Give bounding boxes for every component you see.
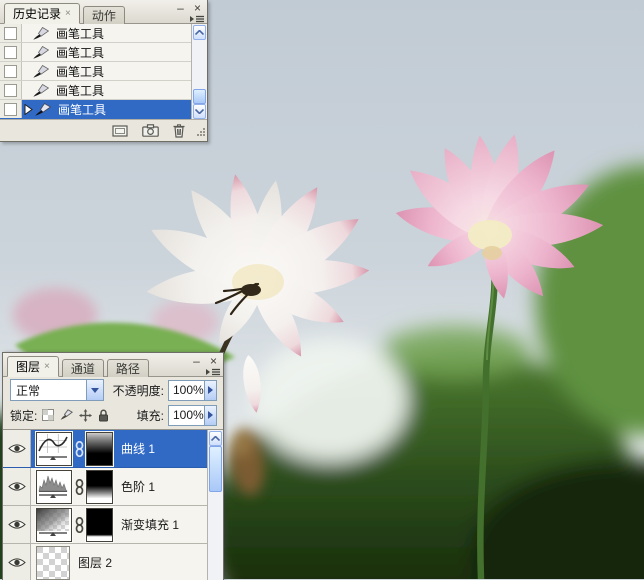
history-source-checkbox[interactable] xyxy=(0,24,22,42)
tab-layers-label: 图层 xyxy=(16,358,40,375)
brush-tool-icon xyxy=(33,65,49,78)
transparent-layer-thumbnail[interactable] xyxy=(36,546,70,580)
levels-adjustment-thumbnail[interactable] xyxy=(36,470,72,504)
history-titlebar: 历史记录 × 动作 – × xyxy=(0,0,207,24)
opacity-value: 100% xyxy=(169,381,204,400)
layer-mask-thumbnail[interactable] xyxy=(86,508,113,542)
brush-tool-icon xyxy=(33,46,49,59)
tab-close-icon[interactable]: × xyxy=(65,8,71,19)
visibility-eye-icon[interactable] xyxy=(3,506,31,543)
history-scrollbar[interactable] xyxy=(191,24,207,120)
tab-channels[interactable]: 通道 xyxy=(62,359,104,377)
brush-tool-icon xyxy=(35,103,51,116)
history-step-selected[interactable]: 画笔工具 xyxy=(0,100,207,119)
new-snapshot-icon[interactable] xyxy=(142,124,159,137)
brush-tool-icon xyxy=(33,84,49,97)
layers-scrollbar[interactable] xyxy=(207,430,223,580)
history-source-checkbox[interactable] xyxy=(0,81,22,99)
tab-actions-label: 动作 xyxy=(92,7,116,24)
curves-adjustment-thumbnail[interactable] xyxy=(36,432,72,466)
history-source-checkbox[interactable] xyxy=(0,43,22,61)
layer-row-layer2[interactable]: 图层 2 xyxy=(3,544,223,580)
scroll-thumb[interactable] xyxy=(209,446,222,492)
visibility-eye-icon[interactable] xyxy=(3,430,31,467)
lock-position-icon[interactable] xyxy=(79,409,92,422)
panel-menu-icon[interactable] xyxy=(205,366,221,380)
history-steps-list: 画笔工具 画笔工具 画笔工具 画笔工具 画笔工具 xyxy=(0,24,207,119)
scroll-down-icon[interactable] xyxy=(193,104,206,119)
scroll-up-icon[interactable] xyxy=(193,25,206,40)
tab-actions[interactable]: 动作 xyxy=(83,6,125,24)
scroll-thumb[interactable] xyxy=(193,89,206,104)
opacity-field[interactable]: 100% xyxy=(168,380,217,401)
link-mask-icon[interactable] xyxy=(72,479,86,495)
tab-paths-label: 路径 xyxy=(116,360,140,377)
chevron-down-icon[interactable] xyxy=(86,380,103,400)
delete-icon[interactable] xyxy=(173,124,185,138)
history-step[interactable]: 画笔工具 xyxy=(0,43,207,62)
layer-name: 图层 2 xyxy=(78,554,112,571)
link-mask-icon[interactable] xyxy=(72,441,86,457)
history-step-label: 画笔工具 xyxy=(56,44,104,61)
history-step[interactable]: 画笔工具 xyxy=(0,81,207,100)
lock-all-icon[interactable] xyxy=(98,409,109,422)
history-step-label: 画笔工具 xyxy=(58,101,106,118)
minimize-icon[interactable]: – xyxy=(190,354,203,367)
fill-label: 填充: xyxy=(137,407,164,424)
layer-name: 曲线 1 xyxy=(121,440,155,457)
scroll-up-icon[interactable] xyxy=(209,431,222,446)
tab-history[interactable]: 历史记录 × xyxy=(4,3,80,24)
layer-row-levels[interactable]: 色阶 1 xyxy=(3,468,223,506)
tab-history-label: 历史记录 xyxy=(13,5,61,22)
brush-tool-icon xyxy=(33,27,49,40)
new-document-from-state-icon[interactable] xyxy=(112,125,128,137)
layer-row-curves[interactable]: 曲线 1 xyxy=(3,430,223,468)
history-step-label: 画笔工具 xyxy=(56,82,104,99)
tab-paths[interactable]: 路径 xyxy=(107,359,149,377)
gradient-fill-thumbnail[interactable] xyxy=(36,508,72,542)
blend-mode-select[interactable]: 正常 xyxy=(10,379,104,401)
link-mask-icon[interactable] xyxy=(72,517,86,533)
lock-pixels-icon[interactable] xyxy=(60,409,73,421)
visibility-eye-icon[interactable] xyxy=(3,468,31,505)
history-step-label: 画笔工具 xyxy=(56,63,104,80)
layer-row-gradient-fill[interactable]: 渐变填充 1 xyxy=(3,506,223,544)
fill-field[interactable]: 100% xyxy=(168,405,217,426)
lock-transparency-icon[interactable] xyxy=(42,409,54,421)
fill-value: 100% xyxy=(169,406,204,425)
history-step[interactable]: 画笔工具 xyxy=(0,62,207,81)
history-source-checkbox[interactable] xyxy=(0,62,22,80)
tab-channels-label: 通道 xyxy=(71,360,95,377)
history-source-checkbox[interactable] xyxy=(0,100,22,118)
tab-layers[interactable]: 图层 × xyxy=(7,356,59,377)
current-state-marker-icon xyxy=(24,104,33,115)
chevron-right-icon[interactable] xyxy=(204,406,216,425)
minimize-icon[interactable]: – xyxy=(174,1,187,14)
tab-close-icon[interactable]: × xyxy=(44,361,50,372)
chevron-right-icon[interactable] xyxy=(204,381,216,400)
resize-grip[interactable] xyxy=(196,126,206,140)
visibility-eye-icon[interactable] xyxy=(3,544,31,580)
opacity-label: 不透明度: xyxy=(113,382,164,399)
layer-mask-thumbnail[interactable] xyxy=(86,432,113,466)
history-step[interactable]: 画笔工具 xyxy=(0,24,207,43)
history-step-label: 画笔工具 xyxy=(56,25,104,42)
layer-name: 色阶 1 xyxy=(121,478,155,495)
history-footer xyxy=(0,119,207,141)
history-panel: 历史记录 × 动作 – × 画笔工具 画笔工具 画笔 xyxy=(0,0,208,142)
layers-titlebar: 图层 × 通道 路径 – × xyxy=(3,353,223,377)
layer-mask-thumbnail[interactable] xyxy=(86,470,113,504)
layers-panel: 图层 × 通道 路径 – × 正常 不透明度: 100% xyxy=(2,352,224,580)
layers-list: 曲线 1 色阶 1 xyxy=(3,429,223,580)
layer-name: 渐变填充 1 xyxy=(121,516,179,533)
blend-mode-value: 正常 xyxy=(11,380,86,400)
lock-label: 锁定: xyxy=(10,407,37,424)
